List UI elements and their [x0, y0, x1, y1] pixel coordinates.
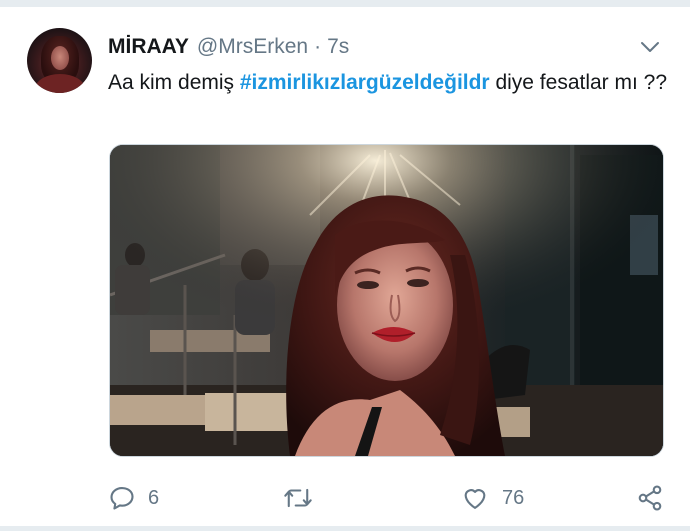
display-name[interactable]: MİRAAY [108, 35, 189, 59]
tweet-text: Aa kim demiş #izmirlikızlargüzeldeğildr … [108, 67, 668, 98]
reply-count: 6 [148, 486, 160, 509]
like-count: 76 [502, 486, 525, 509]
tweet-actions: 6 76 [108, 483, 668, 517]
timestamp[interactable]: 7s [327, 35, 349, 59]
share-icon [638, 485, 662, 511]
retweet-icon [284, 488, 312, 508]
heart-icon [464, 489, 486, 509]
retweet-action[interactable] [283, 483, 325, 513]
share-action[interactable] [636, 483, 664, 513]
hashtag-link[interactable]: #izmirlikızlargüzeldeğildr [240, 71, 490, 94]
chevron-down-icon[interactable] [638, 35, 662, 59]
reply-action[interactable]: 6 [108, 483, 159, 513]
tweet-image[interactable] [109, 144, 664, 457]
tweet-card[interactable]: MİRAAY @MrsErken · 7s Aa kim demiş #izmi… [0, 6, 690, 527]
separator-dot: · [314, 35, 322, 58]
tweet-text-after: diye fesatlar mı ?? [489, 71, 668, 94]
photo-illustration [110, 145, 663, 456]
tweet-header: MİRAAY @MrsErken · 7s [108, 35, 349, 61]
avatar-face [51, 46, 69, 70]
avatar[interactable] [27, 28, 92, 93]
reply-icon [110, 487, 134, 510]
like-action[interactable]: 76 [460, 483, 524, 513]
avatar-shoulder [35, 74, 85, 93]
tweet-text-before: Aa kim demiş [108, 71, 240, 94]
user-handle[interactable]: @MrsErken [197, 35, 308, 59]
